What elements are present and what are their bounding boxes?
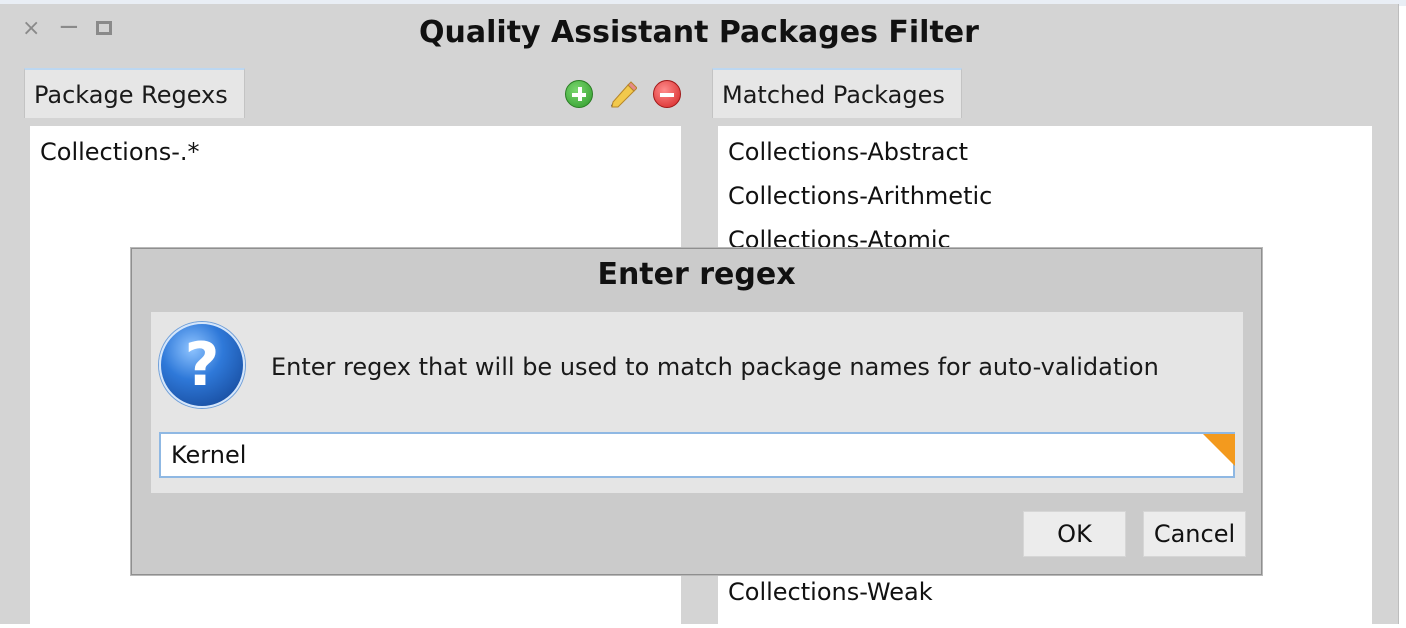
- ok-button[interactable]: OK: [1023, 511, 1126, 557]
- regex-toolbar: [565, 80, 681, 112]
- cancel-button[interactable]: Cancel: [1143, 511, 1246, 557]
- dialog-prompt: Enter regex that will be used to match p…: [271, 353, 1159, 381]
- edit-regex-icon[interactable]: [609, 80, 638, 108]
- question-icon: ?: [159, 322, 245, 408]
- regex-input[interactable]: [159, 432, 1235, 478]
- title-bar: × − Quality Assistant Packages Filter: [0, 4, 1398, 60]
- package-list-item[interactable]: Collections-Weak: [728, 570, 933, 614]
- add-regex-icon[interactable]: [565, 80, 593, 108]
- regex-list-item[interactable]: Collections-.*: [40, 130, 200, 174]
- package-list-item[interactable]: Collections-Arithmetic: [728, 174, 992, 218]
- tab-package-regexs[interactable]: Package Regexs: [24, 68, 245, 118]
- remove-regex-icon[interactable]: [653, 80, 681, 108]
- input-corner-marker: [1203, 434, 1235, 466]
- package-list-item[interactable]: Collections-Abstract: [728, 130, 968, 174]
- dialog-title: Enter regex: [597, 257, 796, 292]
- tab-matched-packages[interactable]: Matched Packages: [712, 68, 962, 118]
- enter-regex-dialog: Enter regex ? Enter regex that will be u…: [131, 248, 1262, 575]
- dialog-body: ? Enter regex that will be used to match…: [151, 312, 1243, 493]
- window-title: Quality Assistant Packages Filter: [419, 15, 979, 50]
